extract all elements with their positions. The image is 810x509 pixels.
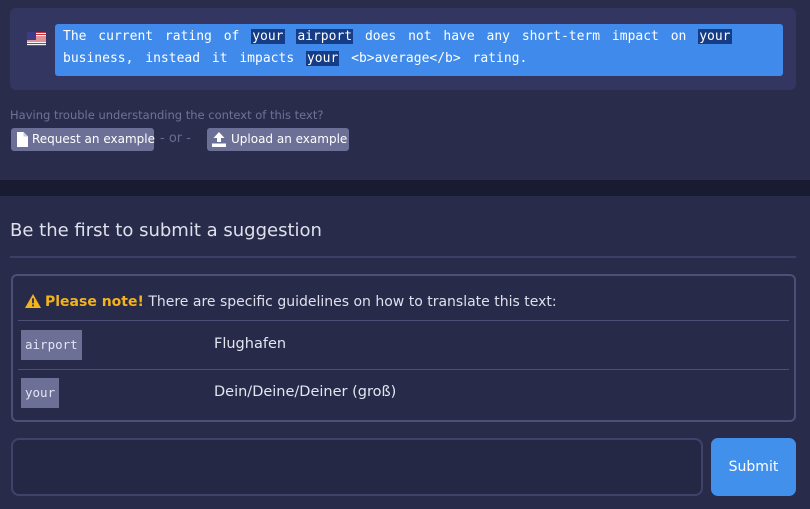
guidelines-note: Please note! There are specific guidelin… bbox=[25, 294, 557, 310]
context-question: Having trouble understanding the context… bbox=[10, 108, 324, 122]
us-flag-icon bbox=[27, 32, 46, 46]
placeholder-term[interactable]: your bbox=[305, 51, 340, 66]
note-strong: Please note! bbox=[45, 294, 144, 310]
upload-icon bbox=[212, 132, 226, 147]
source-box: The current rating of your airport does … bbox=[10, 8, 796, 90]
source-text: The current rating of your airport does … bbox=[55, 24, 783, 76]
row-divider bbox=[18, 369, 789, 370]
suggestions-heading: Be the first to submit a suggestion bbox=[10, 220, 322, 241]
submit-button[interactable]: Submit bbox=[711, 438, 796, 496]
glossary-term: your bbox=[21, 378, 60, 408]
heading-rule bbox=[10, 256, 796, 258]
row-divider bbox=[18, 320, 789, 321]
upload-example-label: Upload an example bbox=[231, 132, 348, 146]
suggestion-input[interactable] bbox=[11, 438, 703, 496]
glossary-translation: Flughafen bbox=[214, 336, 287, 352]
request-example-button[interactable]: Request an example bbox=[11, 128, 155, 151]
warning-icon bbox=[25, 294, 41, 308]
glossary-translation: Dein/Deine/Deiner (groß) bbox=[214, 384, 397, 400]
source-segment: business, instead it impacts bbox=[63, 51, 306, 66]
section-divider bbox=[0, 180, 810, 196]
source-segment: <b>average</b> rating. bbox=[339, 51, 528, 66]
placeholder-term[interactable]: airport bbox=[296, 29, 354, 44]
note-text: There are specific guidelines on how to … bbox=[143, 294, 557, 310]
placeholder-term[interactable]: your bbox=[251, 29, 285, 44]
source-segment bbox=[285, 29, 297, 44]
source-segment: does not have any short-term impact on bbox=[353, 29, 699, 44]
upload-example-button[interactable]: Upload an example bbox=[207, 128, 349, 151]
request-example-label: Request an example bbox=[32, 132, 155, 146]
placeholder-term[interactable]: your bbox=[698, 29, 732, 44]
guidelines-box: Please note! There are specific guidelin… bbox=[11, 274, 796, 422]
source-panel: The current rating of your airport does … bbox=[0, 0, 810, 180]
source-segment: The current rating of bbox=[63, 29, 252, 44]
or-separator: - or - bbox=[160, 131, 191, 146]
file-icon bbox=[17, 132, 28, 147]
glossary-term: airport bbox=[21, 330, 82, 360]
